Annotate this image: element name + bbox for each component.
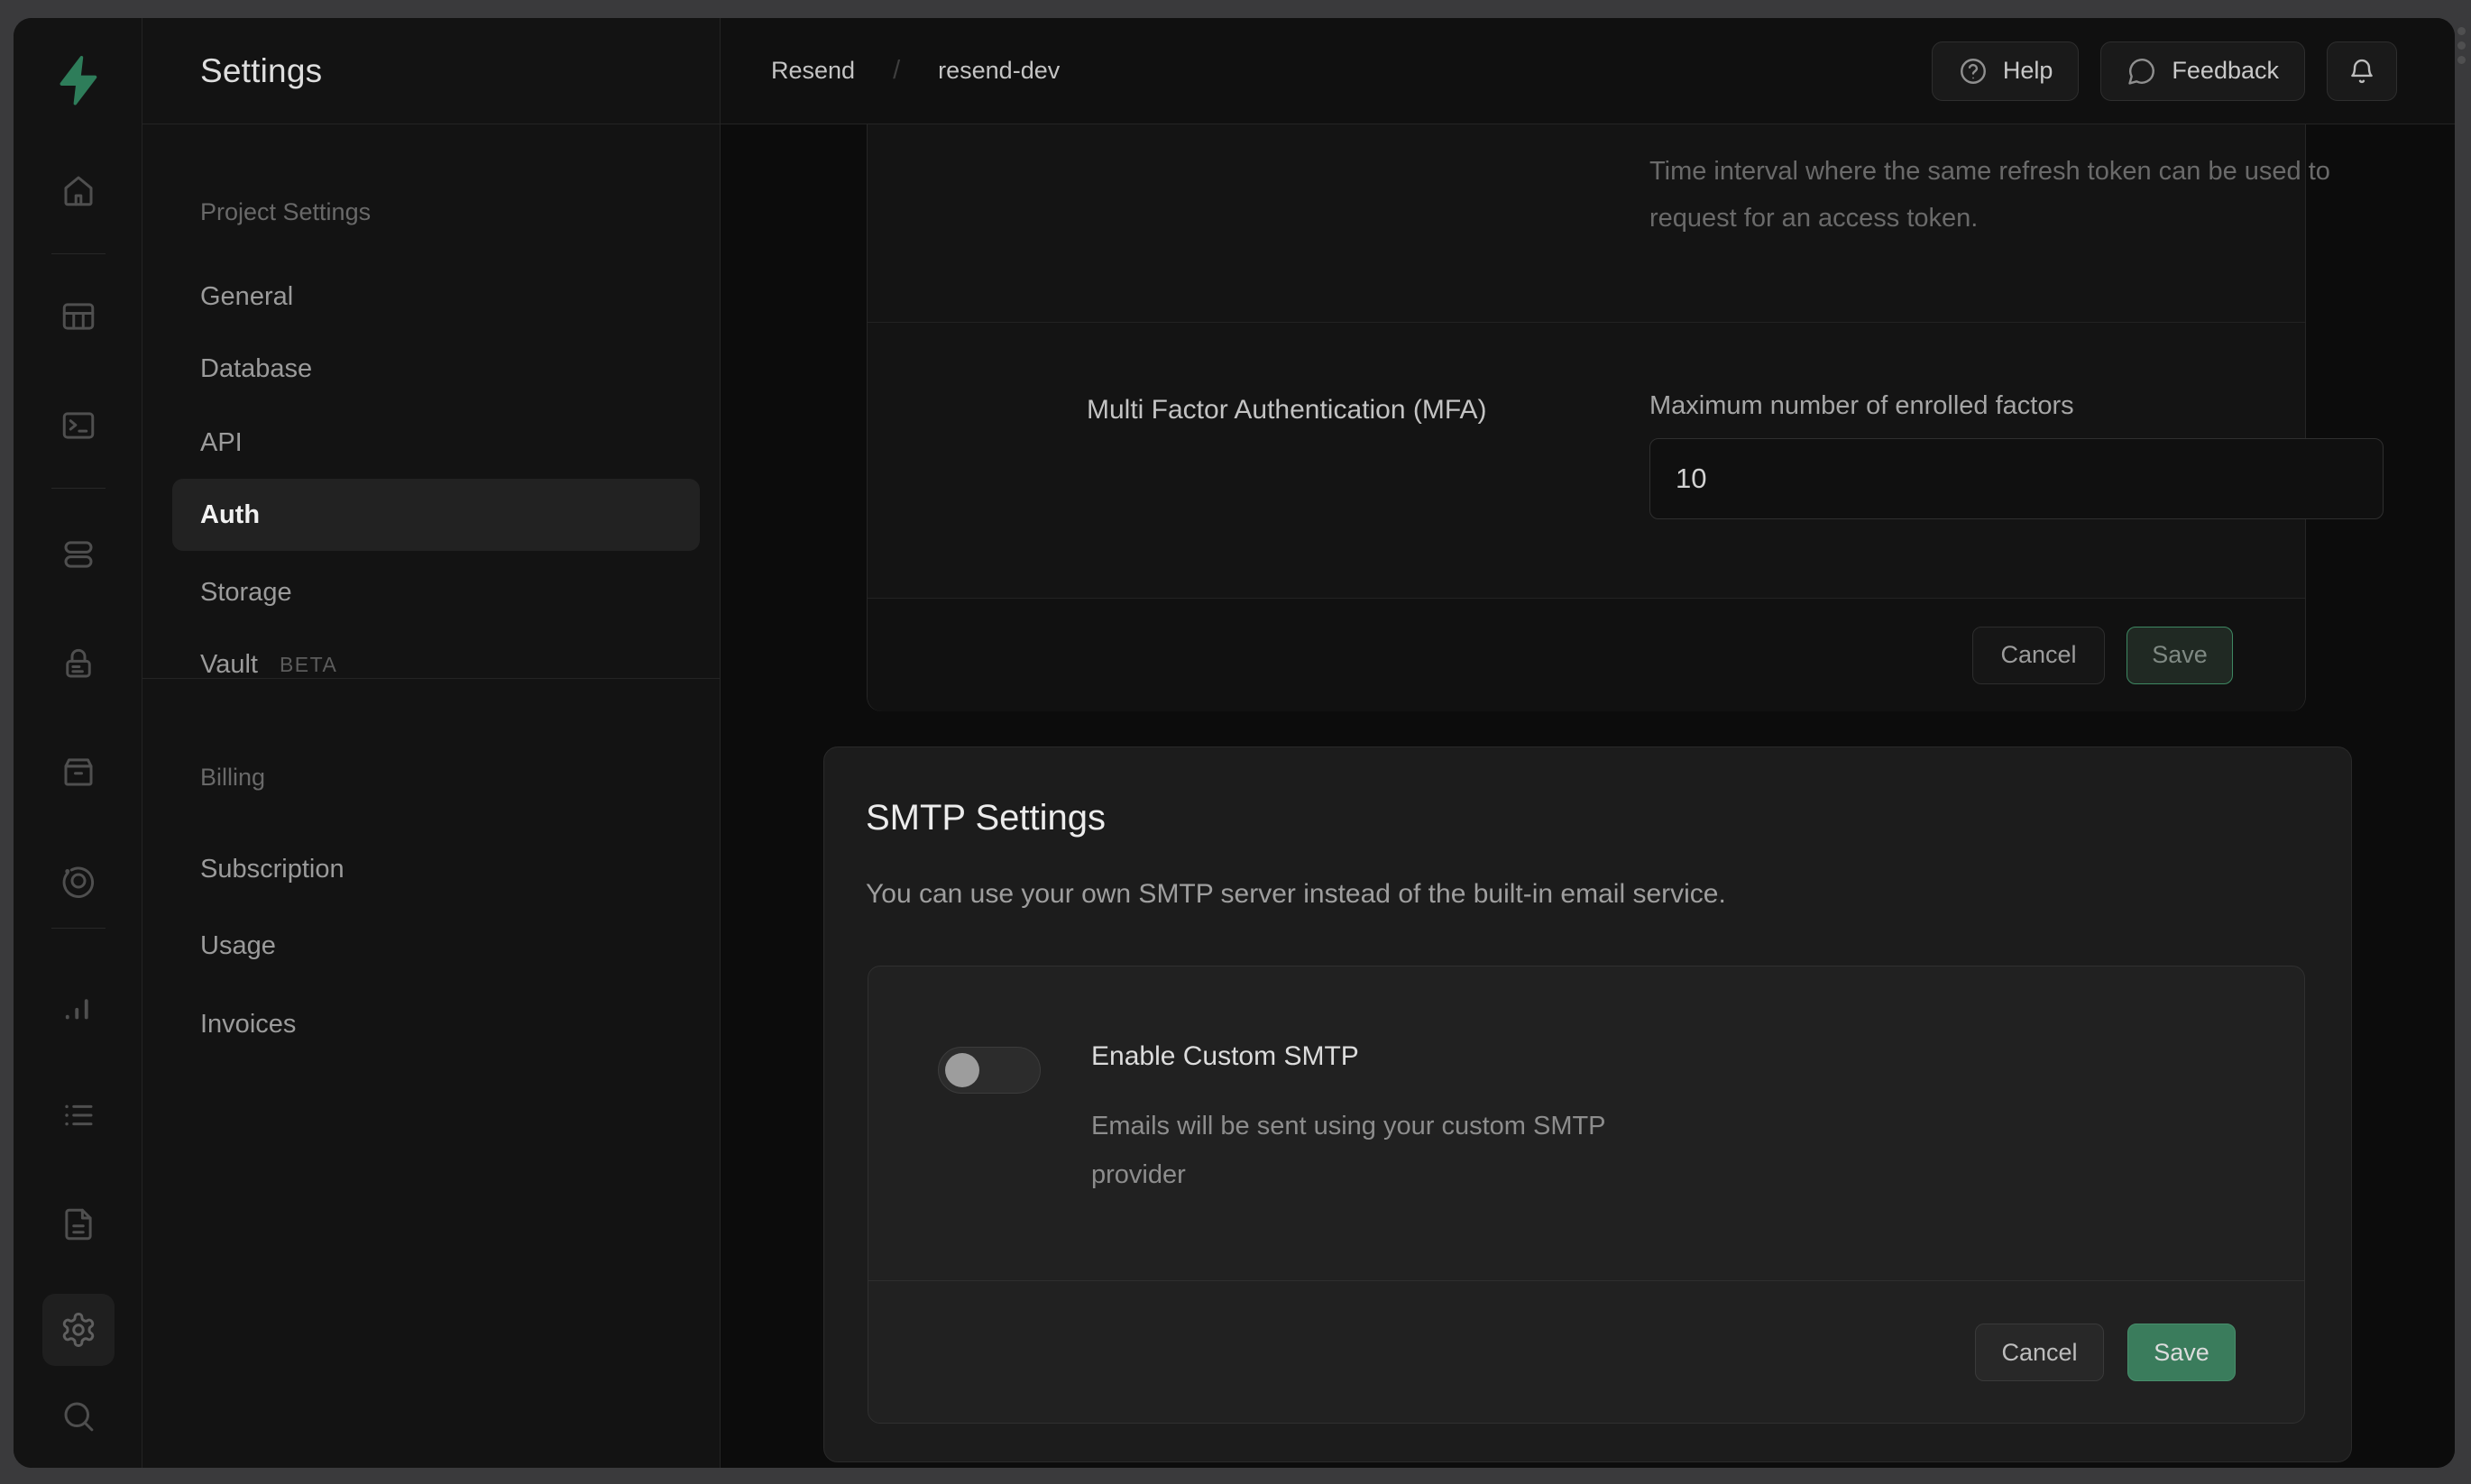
database-icon [60,536,97,573]
rail-divider [51,253,106,254]
settings-sidebar: Settings Project Settings General Databa… [142,18,721,1468]
rail-item-edge-functions[interactable] [42,845,115,917]
rail-item-reports[interactable] [42,972,115,1044]
auth-settings-card: Time interval where the same refresh tok… [867,124,2306,711]
refresh-token-description: Time interval where the same refresh tok… [1649,148,2389,242]
rail-item-project-settings[interactable] [42,1294,115,1366]
sidebar-item-general[interactable]: General [200,271,293,322]
feedback-label: Feedback [2172,57,2279,85]
mfa-max-factors-input[interactable] [1649,438,2384,519]
sidebar-item-usage[interactable]: Usage [200,921,276,971]
page-title: Settings [200,52,322,90]
smtp-card-footer: Cancel Save [868,1280,2304,1424]
enable-custom-smtp-description: Emails will be sent using your custom SM… [1091,1102,1650,1199]
main-content: Time interval where the same refresh tok… [721,124,2455,1468]
storage-box-icon [60,753,97,791]
smtp-title: SMTP Settings [866,798,1106,838]
icon-rail [14,18,142,1468]
rail-divider [51,928,106,929]
rail-item-database[interactable] [42,518,115,591]
sidebar-item-vault[interactable]: Vault BETA [200,639,337,690]
breadcrumb: Resend / resend-dev [771,56,1060,86]
sidebar-item-database[interactable]: Database [200,344,312,394]
auth-cancel-button[interactable]: Cancel [1972,627,2105,684]
sidebar-item-api[interactable]: API [200,417,243,468]
file-text-icon [60,1205,97,1243]
rail-item-api-docs[interactable] [42,1188,115,1260]
auth-card-footer: Cancel Save [868,598,2305,711]
sidebar-item-storage[interactable]: Storage [200,567,292,618]
breadcrumb-project[interactable]: resend-dev [938,57,1060,85]
bar-chart-icon [60,989,97,1027]
rail-item-storage[interactable] [42,736,115,808]
orbit-icon [60,862,97,900]
window-frame-dots [2457,27,2466,64]
sidebar-item-auth[interactable]: Auth [172,479,700,551]
smtp-settings-card: SMTP Settings You can use your own SMTP … [823,747,2352,1462]
message-bubble-icon [2127,56,2157,87]
notifications-button[interactable] [2327,41,2397,101]
rail-divider [51,488,106,489]
sidebar-header: Settings [142,18,720,124]
rail-item-table-editor[interactable] [42,280,115,353]
breadcrumb-separator: / [893,56,900,86]
lock-icon [60,645,97,682]
terminal-icon [60,407,97,444]
enable-custom-smtp-label: Enable Custom SMTP [1091,1041,1359,1072]
top-bar: Resend / resend-dev Help Feedback [721,18,2455,124]
beta-badge: BETA [280,653,337,677]
gear-icon [60,1311,97,1349]
auth-save-button[interactable]: Save [2127,627,2233,684]
nav-section-project-settings: Project Settings [200,187,371,237]
supabase-bolt-icon [50,52,106,108]
rail-item-home[interactable] [42,154,115,226]
sidebar-item-label: Auth [200,500,260,530]
table-icon [60,298,97,335]
search-icon [60,1397,97,1435]
smtp-subtitle: You can use your own SMTP server instead… [866,879,1726,910]
sidebar-item-invoices[interactable]: Invoices [200,999,296,1049]
mfa-section-label: Multi Factor Authentication (MFA) [1087,395,1487,426]
card-divider [868,322,2305,323]
rail-item-sql-editor[interactable] [42,389,115,462]
app-window: Settings Project Settings General Databa… [14,18,2455,1468]
feedback-button[interactable]: Feedback [2100,41,2305,101]
smtp-save-button[interactable]: Save [2127,1324,2236,1381]
breadcrumb-org[interactable]: Resend [771,57,855,85]
toggle-knob [945,1053,979,1087]
help-circle-icon [1958,56,1989,87]
bell-icon [2347,56,2377,87]
enable-custom-smtp-toggle[interactable] [938,1047,1041,1094]
rail-item-logs[interactable] [42,1079,115,1151]
sidebar-item-subscription[interactable]: Subscription [200,844,344,894]
sidebar-item-label: Vault [200,650,258,680]
smtp-inner-panel: Enable Custom SMTP Emails will be sent u… [868,966,2305,1424]
nav-section-billing: Billing [200,752,265,802]
home-icon [60,171,97,209]
list-icon [60,1096,97,1134]
rail-item-authentication[interactable] [42,627,115,700]
rail-item-search[interactable] [42,1380,115,1452]
help-label: Help [2003,57,2053,85]
supabase-logo[interactable] [46,50,109,110]
smtp-cancel-button[interactable]: Cancel [1975,1324,2104,1381]
mfa-field-label: Maximum number of enrolled factors [1649,391,2074,421]
sidebar-divider [142,678,720,679]
help-button[interactable]: Help [1932,41,2080,101]
